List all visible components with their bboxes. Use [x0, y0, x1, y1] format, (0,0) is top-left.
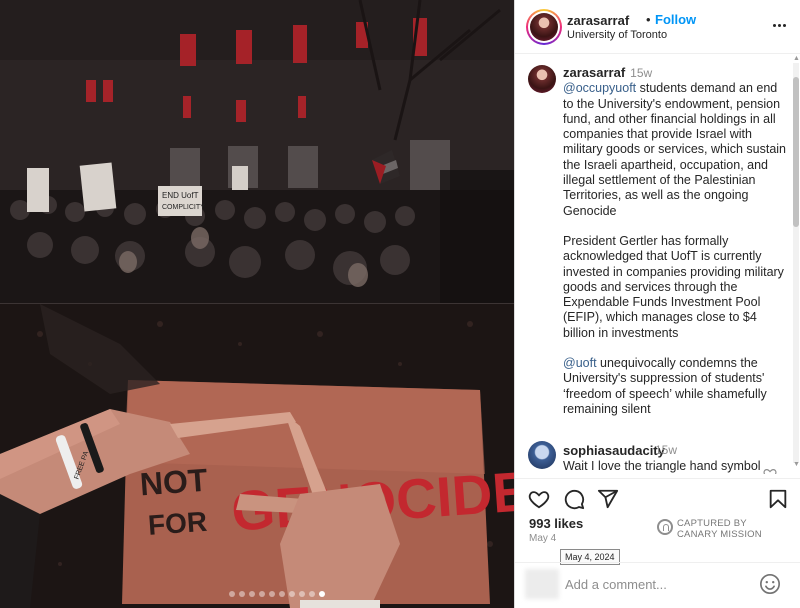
- mention-link[interactable]: @occupyuoft: [563, 81, 636, 95]
- carousel-dot[interactable]: [299, 591, 305, 597]
- svg-text:FOR: FOR: [147, 506, 208, 541]
- watermark-line1: CAPTURED BY: [677, 518, 747, 529]
- commenter-avatar[interactable]: [528, 441, 556, 469]
- comments-scrollbar[interactable]: ▲ ▼: [790, 55, 800, 474]
- scroll-down-arrow-icon[interactable]: ▼: [793, 461, 800, 468]
- canary-mission-watermark: CAPTURED BY CANARY MISSION: [655, 516, 795, 540]
- blurred-avatar: [525, 569, 559, 599]
- emoji-icon[interactable]: [759, 573, 781, 595]
- svg-text:NOT: NOT: [139, 462, 209, 503]
- add-comment-bar: [515, 562, 800, 608]
- author-username[interactable]: zarasarraf: [567, 13, 629, 28]
- caption-text: President Gertler has formally acknowled…: [563, 233, 784, 340]
- carousel-dot[interactable]: [259, 591, 265, 597]
- carousel-dot[interactable]: [269, 591, 275, 597]
- carousel-dot[interactable]: [239, 591, 245, 597]
- share-icon[interactable]: [597, 488, 619, 510]
- carousel-dot[interactable]: [229, 591, 235, 597]
- caption-timestamp[interactable]: 15w: [630, 66, 652, 80]
- post-location[interactable]: University of Toronto: [567, 29, 667, 41]
- scroll-thumb[interactable]: [793, 77, 799, 227]
- likes-count[interactable]: 993 likes: [529, 516, 583, 531]
- author-avatar[interactable]: [526, 9, 562, 45]
- scroll-up-arrow-icon[interactable]: ▲: [793, 55, 800, 62]
- svg-text:COMPLICITY: COMPLICITY: [162, 204, 205, 211]
- carousel-dot[interactable]: [289, 591, 295, 597]
- post-date[interactable]: May 4: [529, 533, 556, 544]
- bookmark-icon[interactable]: [767, 488, 789, 510]
- comment-timestamp[interactable]: 15w: [655, 443, 677, 457]
- post-caption: zarasarraf 15w @occupyuoft students deman…: [563, 65, 789, 432]
- mention-link[interactable]: @uoft: [563, 356, 597, 370]
- canary-logo-icon: [657, 519, 673, 535]
- post-media[interactable]: END UofT COMPLICITY NOT FOR FREE PA: [0, 0, 514, 608]
- post-actions-bar: [515, 478, 800, 514]
- triangle-hands-photo: NOT FOR GENOCIDE FREE PA: [0, 304, 514, 608]
- carousel-dot[interactable]: [309, 591, 315, 597]
- follow-button[interactable]: Follow: [655, 12, 696, 27]
- post-sidebar: zarasarraf • Follow University of Toront…: [514, 0, 800, 608]
- caption-username[interactable]: zarasarraf: [563, 65, 625, 80]
- carousel-dots: [0, 591, 514, 597]
- watermark-line2: CANARY MISSION: [677, 529, 762, 540]
- caption-author-avatar[interactable]: [528, 65, 556, 93]
- more-options-icon[interactable]: [769, 15, 789, 35]
- caption-text: students demand an end to the University…: [563, 81, 786, 218]
- comment-text: Wait I love the triangle hand symbol: [563, 459, 761, 473]
- header-separator: •: [646, 12, 651, 27]
- comment-icon[interactable]: [563, 488, 585, 510]
- comment-input[interactable]: [565, 574, 755, 594]
- svg-text:END UofT: END UofT: [162, 191, 199, 200]
- carousel-dot[interactable]: [279, 591, 285, 597]
- post-header: zarasarraf • Follow University of Toront…: [515, 0, 800, 54]
- carousel-dot[interactable]: [249, 591, 255, 597]
- protest-crowd-photo: END UofT COMPLICITY: [0, 0, 514, 303]
- carousel-dot-active[interactable]: [319, 591, 325, 597]
- comment-like-heart-icon[interactable]: [763, 467, 777, 474]
- heart-icon[interactable]: [528, 488, 550, 510]
- author-avatar-image: [530, 13, 558, 41]
- comments-section[interactable]: zarasarraf 15w @occupyuoft students deman…: [515, 55, 800, 474]
- commenter-username[interactable]: sophiasaudacity: [563, 443, 665, 458]
